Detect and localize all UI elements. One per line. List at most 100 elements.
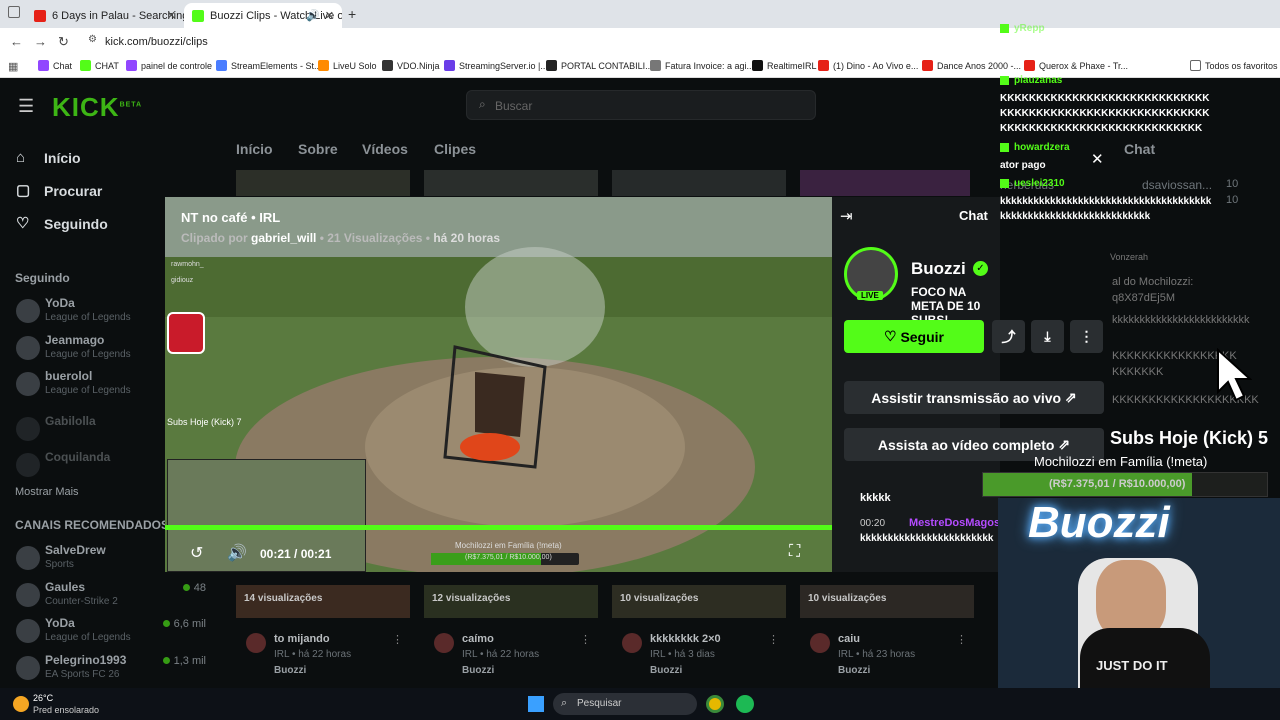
recommended-channel[interactable]: YoDa League of Legends 6,6 mil [16, 616, 206, 650]
clip-meta: Clipado por gabriel_will • 21 Visualizaç… [181, 231, 501, 245]
bookmark-item[interactable]: Chat [38, 60, 72, 71]
bookmark-item[interactable]: (1) Dino - Ao Vivo e... [818, 60, 918, 71]
kick-icon [192, 9, 204, 22]
overlay-subs: Subs Hoje (Kick) 7 [167, 417, 242, 427]
external-link-icon: ⇗ [1065, 389, 1077, 405]
clip-thumbnail[interactable] [424, 170, 598, 196]
speaker-icon[interactable]: 🔊 [306, 9, 320, 22]
start-icon[interactable] [528, 696, 544, 712]
share-icon: ⤴ [1001, 328, 1016, 345]
bookmark-item[interactable]: PORTAL CONTABILI... [546, 60, 653, 71]
webcam-feed: Buozzi JUST DO IT [998, 498, 1280, 688]
tab-palau[interactable]: 6 Days in Palau - Searching Jun ✕ [26, 3, 184, 28]
overlay-goal-bar: (R$7.375,01 / R$10.000,00) [431, 553, 579, 565]
bg-chat-count: 10 [1226, 194, 1239, 206]
clip-thumbnail[interactable] [800, 170, 970, 196]
streamer-name[interactable]: Buozzi [911, 259, 966, 279]
recommended-channel[interactable]: Gaules Counter-Strike 2 48 [16, 580, 206, 614]
tab-clipes[interactable]: Clipes [434, 141, 476, 157]
following-title: Seguindo [15, 271, 70, 285]
nav-procurar[interactable]: ▢ Procurar [16, 182, 102, 200]
bookmark-item[interactable]: RealtimeIRL [752, 60, 817, 71]
bg-chat-count: 10 [1226, 178, 1239, 190]
youtube-icon [34, 9, 46, 22]
menu-icon[interactable]: ☰ [18, 96, 34, 117]
temperature[interactable]: 26°C [33, 693, 53, 703]
watch-live-button[interactable]: Assistir transmissão ao vivo ⇗ [844, 381, 1104, 414]
bg-right-chat: Vonzerah [1110, 252, 1149, 262]
overlay-users: rawmohn_ gidiouz [171, 261, 204, 284]
taskbar-search[interactable]: ⌕ Pesquisar [553, 693, 697, 715]
share-button[interactable]: ⤴ [992, 320, 1025, 353]
search-icon: ⌕ [479, 97, 486, 111]
chat-time: 00:20 [860, 518, 886, 529]
kick-logo[interactable]: KICKBETA [52, 92, 142, 123]
chrome-icon[interactable] [706, 695, 724, 713]
more-button[interactable]: ⋮ [1070, 320, 1103, 353]
weather-icon[interactable] [13, 696, 29, 712]
kick-icon [1000, 76, 1009, 85]
weather-text[interactable]: Pred ensolarado [33, 705, 99, 715]
replay-icon[interactable]: ↺ [190, 543, 203, 563]
show-more-link[interactable]: Mostrar Mais [15, 486, 79, 498]
clipper-name[interactable]: gabriel_will [251, 231, 316, 245]
subs-today: Subs Hoje (Kick) 5 [1110, 428, 1269, 448]
clip-video-player[interactable]: NT no café • IRL Clipado por gabriel_wil… [165, 197, 832, 572]
tab-sobre[interactable]: Sobre [298, 141, 338, 157]
meta-title: Mochilozzi em Família (!meta) [1034, 454, 1208, 469]
apps-icon[interactable]: ▦ [8, 60, 18, 73]
channel-badge-logo [167, 312, 205, 354]
close-tab-icon[interactable]: ✕ [167, 9, 176, 22]
search-bar[interactable]: ⌕ Buscar [466, 90, 816, 120]
close-modal-icon[interactable]: ✕ [1091, 150, 1104, 168]
chat-message: kkkkkkkkkkkkkkkkkkkkkkkk [860, 533, 994, 544]
clip-thumbnail[interactable] [612, 170, 786, 196]
browse-icon: ▢ [16, 182, 31, 199]
windows-taskbar: 26°C Pred ensolarado ⌕ Pesquisar [0, 688, 1280, 720]
spotify-icon[interactable] [736, 695, 754, 713]
bookmark-item[interactable]: LiveU Solo [318, 60, 377, 71]
forward-icon[interactable]: → [34, 34, 47, 49]
tab-title: 6 Days in Palau - Searching Jun [52, 9, 184, 22]
close-tab-icon[interactable]: ✕ [325, 9, 334, 22]
verified-icon: ✓ [973, 261, 988, 276]
nav-inicio[interactable]: ⌂ Início [16, 150, 81, 167]
clip-thumbnail[interactable] [236, 170, 410, 196]
tab-videos[interactable]: Vídeos [362, 141, 408, 157]
heart-icon: ♡ [883, 328, 901, 344]
tab-search-icon[interactable] [8, 6, 20, 18]
clip-title: NT no café • IRL [181, 210, 281, 225]
bookmark-item[interactable]: StreamElements - St... [216, 60, 322, 71]
progress-fill [165, 525, 832, 530]
bookmark-item[interactable]: StreamingServer.io |... [444, 60, 548, 71]
url-text: kick.com/buozzi/clips [105, 36, 208, 48]
bookmark-item[interactable]: Fatura Invoice: a agi... [650, 60, 754, 71]
collapse-chat-icon[interactable]: ⇥ [840, 207, 853, 225]
chat-message: kkkkk [860, 492, 891, 504]
back-icon[interactable]: ← [10, 34, 23, 49]
bookmark-item[interactable]: VDO.Ninja [382, 60, 440, 71]
more-icon: ⋮ [768, 634, 779, 646]
tab-buozzi-clips[interactable]: Buozzi Clips - Watch Live on 🔊 ✕ [184, 3, 342, 28]
bookmark-item[interactable]: painel de controle [126, 60, 212, 71]
tab-title: Buozzi Clips - Watch Live on [210, 9, 342, 22]
kick-icon [1000, 143, 1009, 152]
nav-seguindo[interactable]: ♡ Seguindo [16, 216, 108, 233]
progress-track[interactable] [165, 525, 832, 530]
chat-user[interactable]: MestreDosMagos [909, 517, 1000, 529]
new-tab-button[interactable]: + [348, 6, 356, 22]
download-button[interactable]: ⤓ [1031, 320, 1064, 353]
tab-inicio[interactable]: Início [236, 141, 273, 157]
bookmark-item[interactable]: CHAT [80, 60, 119, 71]
reload-icon[interactable]: ↻ [58, 34, 69, 50]
goal-bar: (R$7.375,01 / R$10.000,00) [982, 472, 1268, 497]
follow-button[interactable]: ♡ Seguir [844, 320, 984, 353]
site-info-icon[interactable]: ⚙ [88, 34, 97, 45]
volume-icon[interactable]: 🔊 [227, 543, 247, 563]
recommended-channel[interactable]: Pelegrino1993 EA Sports FC 26 1,3 mil [16, 653, 206, 687]
fullscreen-icon[interactable]: ⛶ [789, 543, 800, 561]
search-placeholder: Buscar [495, 99, 533, 113]
more-icon: ⋮ [1079, 328, 1094, 344]
search-icon: ⌕ [561, 697, 568, 709]
kick-icon [1000, 179, 1009, 188]
